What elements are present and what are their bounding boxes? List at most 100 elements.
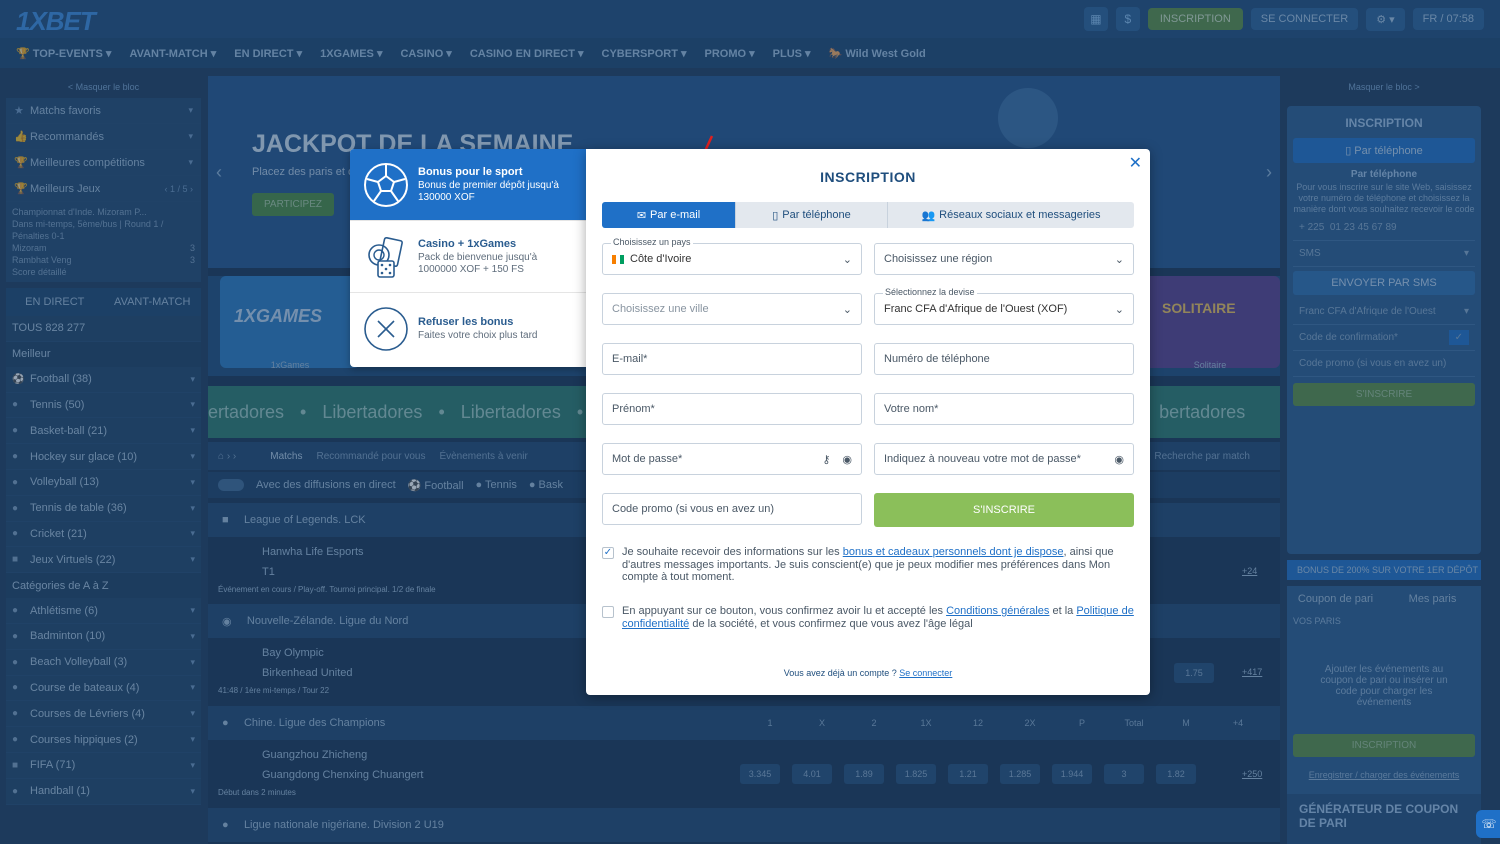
sport-item[interactable]: ● Beach Volleyball (3) ▾ <box>6 649 201 676</box>
chevron-right-icon[interactable]: › <box>1266 162 1272 183</box>
key-icon[interactable]: ⚷ <box>822 453 830 466</box>
odd-button[interactable]: 1.285 <box>1000 764 1040 784</box>
password-confirm-field[interactable]: Indiquez à nouveau votre mot de passe* ◉ <box>874 443 1134 475</box>
odd-button[interactable]: 1.82 <box>1156 764 1196 784</box>
bonus-option-sport[interactable]: Bonus pour le sport Bonus de premier dép… <box>350 149 586 221</box>
sport-item[interactable]: ● Hockey sur glace (10) ▾ <box>6 444 201 470</box>
password-field[interactable]: Mot de passe* ⚷ ◉ <box>602 443 862 475</box>
game-tile-1xgames[interactable]: 1XGAMES 1xGames <box>220 276 360 370</box>
filter-football[interactable]: ⚽ Football <box>408 479 464 492</box>
firstname-field[interactable]: Prénom* <box>602 393 862 425</box>
terms-link[interactable]: Conditions générales <box>946 605 1049 617</box>
header-login-button[interactable]: SE CONNECTER <box>1250 8 1359 30</box>
gift-icon[interactable]: ▦ <box>1083 7 1108 31</box>
sport-item[interactable]: ● Athlétisme (6) ▾ <box>6 598 201 624</box>
save-events-link[interactable]: Enregistrer / charger des événements <box>1287 770 1481 780</box>
lastname-field[interactable]: Votre nom* <box>874 393 1134 425</box>
odd-button[interactable]: 1.21 <box>948 764 988 784</box>
side-send-sms-button[interactable]: ENVOYER PAR SMS <box>1293 271 1475 295</box>
tab-upcoming[interactable]: Évènements à venir <box>439 451 527 462</box>
team-name[interactable]: Hanwha Life Esports <box>262 546 364 558</box>
nav-cybersport[interactable]: CYBERSPORT ▾ <box>602 47 687 60</box>
nav-wild-west-gold[interactable]: 🐎 Wild West Gold <box>829 47 926 60</box>
filter-basket[interactable]: ● Bask <box>529 479 563 491</box>
sport-item[interactable]: ⚽ Football (38) ▾ <box>6 366 201 393</box>
side-phone-tab[interactable]: ▯ Par téléphone <box>1293 138 1475 163</box>
sport-item[interactable]: ● Badminton (10) ▾ <box>6 623 201 650</box>
nav-casino[interactable]: CASINO ▾ <box>400 47 451 60</box>
tab-coupon[interactable]: Coupon de pari <box>1287 593 1384 605</box>
currency-select[interactable]: Sélectionnez la devise Franc CFA d'Afriq… <box>874 287 1134 325</box>
more-bets-link[interactable]: +417 <box>1242 667 1262 677</box>
settings-icon[interactable]: ⚙ ▾ <box>1366 7 1405 31</box>
header-register-button[interactable]: INSCRIPTION <box>1147 8 1243 30</box>
sport-item[interactable]: ● Handball (1) ▾ <box>6 778 201 805</box>
more-bets-link[interactable]: +24 <box>1242 566 1257 576</box>
bonus-option-casino[interactable]: Casino + 1xGames Pack de bienvenue jusqu… <box>350 221 586 293</box>
banner-participate-button[interactable]: PARTICIPEZ <box>252 193 334 216</box>
tab-recommended[interactable]: Recommandé pour vous <box>317 451 426 462</box>
tab-social[interactable]: 👥 Réseaux sociaux et messageries <box>888 202 1134 228</box>
odd-button[interactable]: 3.345 <box>740 764 780 784</box>
email-field[interactable]: E-mail* <box>602 343 862 375</box>
hide-right-block-button[interactable]: Masquer le bloc > <box>1287 76 1481 106</box>
tab-my-bets[interactable]: Mes paris <box>1384 593 1481 605</box>
coupon-generator-banner[interactable]: GÉNÉRATEUR DE COUPON DE PARI <box>1287 794 1481 844</box>
tab-en-direct[interactable]: EN DIRECT <box>6 296 104 308</box>
support-chat-icon[interactable]: ☏ <box>1476 810 1500 838</box>
tab-matchs[interactable]: Matchs <box>270 451 302 462</box>
sport-item[interactable]: ● Tennis (50) ▾ <box>6 392 201 419</box>
team-name[interactable]: Guangzhou Zhicheng <box>262 749 367 761</box>
city-select[interactable]: Choisissez une ville ⌄ <box>602 293 862 325</box>
sport-item[interactable]: ■ Jeux Virtuels (22) ▾ <box>6 547 201 574</box>
tab-email[interactable]: ✉ Par e-mail <box>602 202 736 228</box>
bet-slip-register-button[interactable]: INSCRIPTION <box>1293 734 1475 757</box>
team-name[interactable]: Bay Olympic <box>262 647 324 659</box>
game-tile-solitaire[interactable]: SOLITAIRE Solitaire <box>1140 276 1280 370</box>
logo[interactable]: 1XBET <box>16 6 96 37</box>
nav-avant-match[interactable]: AVANT-MATCH ▾ <box>129 47 216 60</box>
sport-item[interactable]: ■ FIFA (71) ▾ <box>6 752 201 779</box>
chevron-left-icon[interactable]: ‹ <box>216 162 222 183</box>
nav-promo[interactable]: PROMO ▾ <box>705 47 755 60</box>
home-icon[interactable]: ⌂ › › <box>218 451 236 462</box>
language-selector[interactable]: FR / 07:58 <box>1412 8 1484 30</box>
register-submit-button[interactable]: S'INSCRIRE <box>874 493 1134 527</box>
odd-button[interactable]: 4.01 <box>792 764 832 784</box>
filter-tennis[interactable]: ● Tennis <box>476 479 517 491</box>
nav-en-direct[interactable]: EN DIRECT ▾ <box>234 47 302 60</box>
nav-1xgames[interactable]: 1XGAMES ▾ <box>320 47 382 60</box>
eye-off-icon[interactable]: ◉ <box>1114 453 1124 466</box>
odd-button[interactable]: 1.944 <box>1052 764 1092 784</box>
odd-button[interactable]: 1.89 <box>844 764 884 784</box>
hide-left-block-button[interactable]: < Masquer le bloc <box>6 76 201 98</box>
sport-item[interactable]: ● Courses de Lévriers (4) ▾ <box>6 701 201 728</box>
consent-marketing-checkbox[interactable]: ✓ <box>602 547 614 559</box>
mini-match-card[interactable]: Championnat d'Inde. Mizoram P... Dans mi… <box>6 202 201 282</box>
sidebar-item-recommended[interactable]: 👍 Recommandés ▾ <box>6 124 201 150</box>
bonus-link[interactable]: bonus et cadeaux personnels dont je disp… <box>843 546 1064 558</box>
league-row[interactable]: ● Chine. Ligue des Champions 1 X 2 1X 12… <box>208 706 1280 740</box>
sport-item[interactable]: ● Volleyball (13) ▾ <box>6 469 201 496</box>
sport-item[interactable]: ● Courses hippiques (2) ▾ <box>6 727 201 753</box>
bonus-option-refuse[interactable]: Refuser les bonus Faites votre choix plu… <box>350 293 586 365</box>
sidebar-item-best-games[interactable]: 🏆 Meilleurs Jeux ‹ 1 / 5 › <box>6 176 201 202</box>
promo-code-field[interactable]: Code promo (si vous en avez un) <box>602 493 862 525</box>
team-name[interactable]: Guangdong Chenxing Chuangert <box>262 769 423 781</box>
consent-terms-checkbox[interactable] <box>602 606 614 618</box>
side-currency-select[interactable]: Franc CFA d'Afrique de l'Ouest ▾ <box>1293 299 1475 325</box>
team-name[interactable]: T1 <box>262 566 275 578</box>
side-bonus-banner[interactable]: BONUS DE 200% SUR VOTRE 1ER DÉPÔT <box>1287 560 1481 580</box>
sport-item[interactable]: ● Course de bateaux (4) ▾ <box>6 675 201 702</box>
sport-item[interactable]: ● Tennis de table (36) ▾ <box>6 495 201 522</box>
mini-detail-link[interactable]: Score détaillé <box>12 266 195 278</box>
more-bets-link[interactable]: +250 <box>1242 769 1262 779</box>
check-icon[interactable]: ✓ <box>1448 330 1469 345</box>
region-select[interactable]: Choisissez une région ⌄ <box>874 243 1134 275</box>
match-search[interactable]: Recherche par match <box>1154 451 1250 462</box>
country-select[interactable]: Choisissez un pays Côte d'Ivoire ⌄ <box>602 237 862 275</box>
sidebar-all[interactable]: TOUS 828 277 <box>6 316 201 342</box>
tab-avant-match[interactable]: AVANT-MATCH <box>104 296 202 308</box>
stream-toggle[interactable] <box>218 479 244 491</box>
tab-phone[interactable]: ▯ Par téléphone <box>736 202 888 228</box>
